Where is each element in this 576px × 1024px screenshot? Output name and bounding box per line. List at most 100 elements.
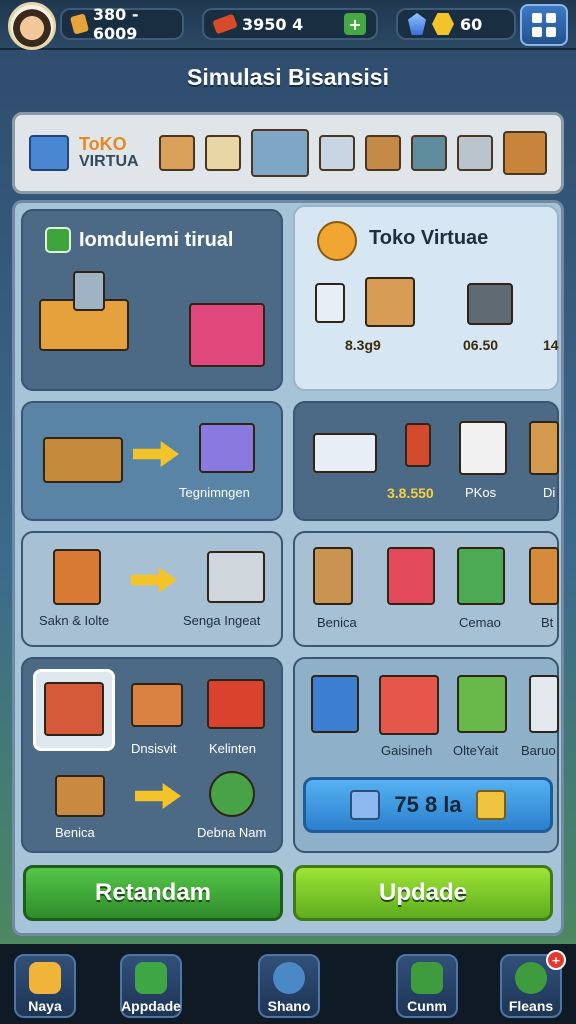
gold-value: 380 - 6009 bbox=[92, 5, 139, 43]
box-icon bbox=[159, 135, 195, 171]
market-stall-icon bbox=[379, 675, 439, 735]
item-label: Gaisineh bbox=[381, 743, 433, 758]
item-label: Kelinten bbox=[209, 741, 256, 756]
grid-icon bbox=[532, 13, 542, 23]
van-icon bbox=[313, 433, 377, 473]
gold-icon bbox=[475, 790, 506, 820]
item-label: Benica bbox=[55, 825, 95, 840]
computer-icon bbox=[319, 135, 355, 171]
update-button[interactable]: Updade bbox=[293, 865, 553, 921]
register-icon bbox=[199, 423, 255, 473]
nav-tools[interactable]: Naya bbox=[14, 954, 76, 1018]
kiosk-icon bbox=[529, 675, 559, 733]
register-icon bbox=[411, 962, 443, 994]
machine-icon bbox=[411, 135, 447, 171]
nav-settings[interactable]: Fleans + bbox=[500, 950, 566, 1018]
coin-icon bbox=[432, 13, 454, 35]
item-label: Tegnimngen bbox=[179, 485, 250, 500]
price-label: 8.3g9 bbox=[345, 337, 381, 353]
compass-icon bbox=[273, 962, 305, 994]
upgrade-icon bbox=[135, 962, 167, 994]
logo-line2: VIRTUA bbox=[79, 153, 139, 171]
shop-grid: Iomdulemi tirual Toko Virtuae 8.3g9 06.5… bbox=[12, 200, 564, 936]
nav-label: Cunm bbox=[407, 998, 447, 1014]
price-value: 75 8 la bbox=[394, 792, 462, 817]
fridge-icon bbox=[311, 675, 359, 733]
gem-coin-value: 60 bbox=[460, 14, 483, 34]
ticket-icon bbox=[212, 13, 238, 35]
price-label: 3.8.550 bbox=[387, 485, 434, 501]
grid-icon bbox=[546, 13, 556, 23]
ticket-value: 3950 4 bbox=[242, 14, 304, 34]
nav-label: Fleans bbox=[508, 998, 554, 1014]
nav-label: Naya bbox=[28, 998, 62, 1014]
item-label: Bt bbox=[541, 615, 554, 630]
basket-icon bbox=[207, 679, 265, 729]
nav-upgrade[interactable]: Appdade bbox=[120, 954, 182, 1018]
shop-front-icon bbox=[457, 547, 505, 605]
arrow-icon bbox=[135, 783, 181, 809]
vending-icon bbox=[457, 675, 507, 733]
arrow-icon bbox=[133, 441, 179, 467]
crate-icon bbox=[313, 547, 353, 605]
settings-icon bbox=[515, 962, 547, 994]
panel-upgrade-computer[interactable]: Tegnimngen bbox=[21, 401, 283, 521]
store-box-icon bbox=[29, 135, 69, 171]
ticket-counter[interactable]: 3950 4 + bbox=[202, 8, 378, 40]
panel-store[interactable]: Toko Virtuae 8.3g9 06.50 14 bbox=[293, 205, 559, 391]
crate-icon bbox=[365, 277, 415, 327]
printer-icon bbox=[457, 135, 493, 171]
scale-icon bbox=[503, 131, 547, 175]
panel-title: Toko Virtuae bbox=[369, 227, 489, 249]
nav-label: Shano bbox=[267, 998, 311, 1014]
item-label: Di bbox=[543, 485, 556, 500]
machine-icon bbox=[73, 271, 105, 311]
crate-icon bbox=[365, 135, 401, 171]
panel-inventory[interactable]: Dnsisvit Kelinten Benica Debna Nam bbox=[21, 657, 283, 853]
gem-coin-counter[interactable]: 60 bbox=[396, 8, 516, 40]
selected-slot[interactable] bbox=[33, 669, 115, 751]
item-label: Debna Nam bbox=[197, 825, 267, 840]
price-label: 06.50 bbox=[463, 337, 499, 353]
register-icon bbox=[205, 135, 241, 171]
purchase-price-button[interactable]: 75 8 la bbox=[303, 777, 553, 833]
item-label: Sakn & Iolte bbox=[39, 613, 110, 628]
grid-icon bbox=[546, 27, 556, 37]
panel-module[interactable]: Iomdulemi tirual bbox=[21, 209, 283, 391]
store-coin-icon bbox=[317, 221, 357, 261]
notification-badge: + bbox=[546, 950, 566, 970]
panel-upgrade-stall[interactable]: Sakn & Iolte Senga Ingeat bbox=[21, 531, 283, 647]
menu-grid-button[interactable] bbox=[520, 4, 568, 46]
nav-share[interactable]: Shano bbox=[258, 954, 320, 1018]
computer-icon bbox=[529, 421, 559, 475]
computer-cart-icon bbox=[43, 437, 123, 483]
module-icon bbox=[45, 227, 71, 253]
panel-stock[interactable]: Benica Cemao Bt bbox=[293, 531, 559, 647]
item-label: Cemao bbox=[459, 615, 501, 630]
nav-label: Appdade bbox=[121, 998, 181, 1014]
player-avatar[interactable] bbox=[8, 2, 56, 50]
nav-register[interactable]: Cunm bbox=[396, 954, 458, 1018]
grid-icon bbox=[532, 27, 542, 37]
plunger-icon bbox=[405, 423, 431, 467]
box-icon bbox=[315, 283, 345, 323]
bottom-nav: Naya Appdade Shano Cunm Fleans + bbox=[0, 944, 576, 1024]
shop-banner: ToKO VIRTUA bbox=[12, 112, 564, 194]
box-icon bbox=[459, 421, 507, 475]
panel-title: Iomdulemi tirual bbox=[79, 229, 234, 251]
gear-icon bbox=[209, 771, 255, 817]
tray-icon bbox=[131, 683, 183, 727]
store-logo: ToKO VIRTUA bbox=[79, 135, 149, 171]
panel-vehicles[interactable]: 3.8.550 PKos Di bbox=[293, 401, 559, 521]
item-label: PKos bbox=[465, 485, 497, 500]
item-label: Senga Ingeat bbox=[183, 613, 261, 628]
random-button[interactable]: Retandam bbox=[23, 865, 283, 921]
tools-icon bbox=[29, 962, 61, 994]
shelf-icon bbox=[529, 547, 559, 605]
gold-counter[interactable]: 380 - 6009 bbox=[60, 5, 184, 43]
add-plus-icon[interactable]: + bbox=[344, 13, 366, 35]
price-label: 14 bbox=[543, 337, 559, 353]
bowl-icon bbox=[467, 283, 513, 325]
item-label: Dnsisvit bbox=[131, 741, 177, 756]
cube-icon bbox=[350, 790, 381, 820]
